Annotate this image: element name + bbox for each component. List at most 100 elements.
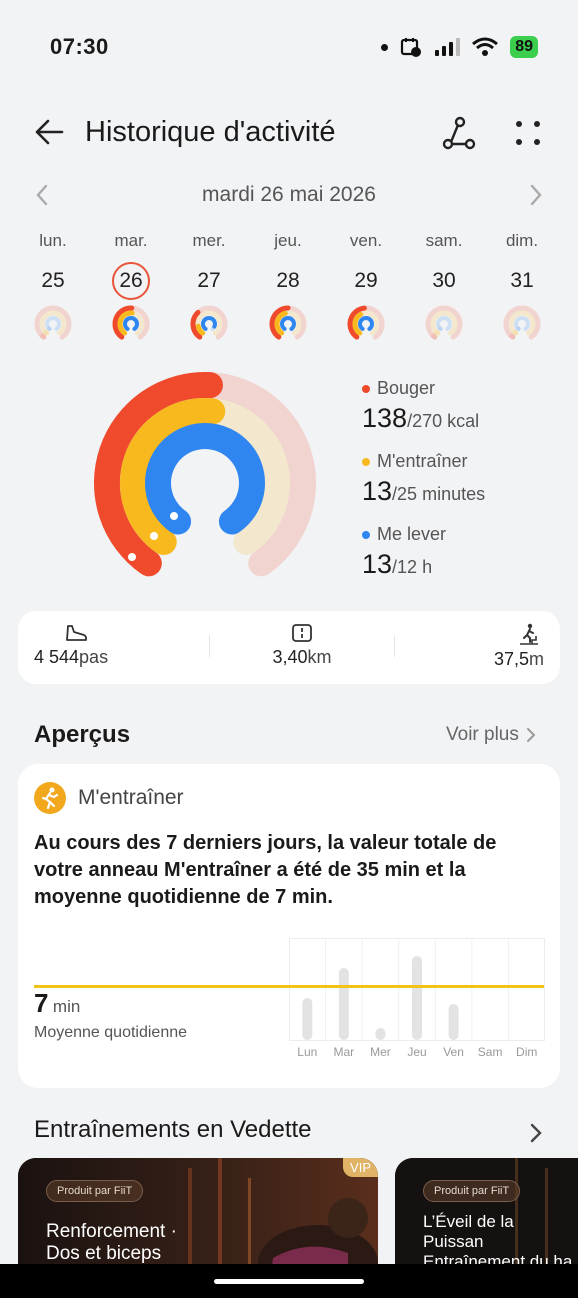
lever-ring-progress: [358, 316, 374, 331]
bar-jeu: [412, 956, 422, 1040]
bouger-value: 138: [362, 403, 408, 433]
producer-badge: Produit par FiiT: [46, 1180, 144, 1202]
signal-icon: [435, 38, 461, 56]
producer-badge: Produit par FiiT: [423, 1180, 521, 1202]
mini-activity-rings: [269, 305, 307, 340]
bar-ven: [448, 1004, 459, 1040]
day-tick-label: Mar: [334, 1045, 355, 1059]
day-29[interactable]: ven. 29: [331, 228, 401, 342]
weekly-bar-chart: Lun Mar Mer Jeu Ven Sam Dim: [289, 938, 545, 1059]
bar-lun: [302, 998, 313, 1040]
divider: [209, 635, 210, 657]
entrainer-ring-progress: [512, 329, 519, 336]
day-number: 30: [432, 269, 456, 292]
route-icon[interactable]: [440, 114, 480, 154]
divider: [394, 635, 395, 657]
mini-activity-rings: [425, 305, 463, 340]
steps-stat: 4 544pas: [34, 623, 108, 668]
chevron-right-icon[interactable]: [526, 1119, 546, 1147]
running-icon: [150, 532, 158, 540]
day-number: 29: [354, 269, 378, 292]
shoe-icon: [66, 625, 87, 641]
lever-ring-progress: [145, 423, 265, 535]
legend-bouger: Bouger 138/270 kcal: [362, 378, 479, 434]
day-name: lun.: [39, 231, 67, 250]
climb-icon: [520, 623, 538, 645]
bar-mar: [338, 968, 349, 1040]
distance-stat: 3,40km: [252, 623, 352, 668]
page-title: Historique d'activité: [85, 116, 336, 148]
bouger-ring-progress: [509, 333, 516, 340]
average-line: [34, 985, 544, 988]
day-31[interactable]: dim. 31: [487, 228, 557, 342]
featured-title: Entraînements en Vedette: [34, 1116, 312, 1143]
average-value: 7 min: [34, 988, 80, 1019]
day-tick-label: Lun: [297, 1045, 317, 1059]
workout-title: Renforcement · Dos et biceps: [46, 1221, 177, 1264]
day-number: 31: [510, 269, 534, 292]
lever-ring-progress: [201, 316, 217, 331]
activity-rings: [94, 372, 316, 577]
day-30[interactable]: sam. 30: [409, 228, 479, 342]
entrainer-label: M'entraîner: [377, 451, 468, 471]
battery-icon: 89: [510, 36, 538, 58]
yellow-dot-icon: [362, 457, 370, 466]
day-27[interactable]: mer. 27: [174, 228, 244, 342]
distance-icon: [292, 624, 312, 642]
wifi-icon: [472, 37, 499, 56]
day-number: 27: [197, 269, 221, 292]
day-26[interactable]: mar. 26: [96, 228, 166, 342]
day-tick-label: Sam: [478, 1045, 503, 1059]
day-number: 28: [276, 269, 300, 292]
entrainer-goal: /25 minutes: [392, 484, 486, 504]
blue-dot-icon: [362, 530, 370, 539]
day-name: sam.: [425, 231, 463, 250]
lever-ring-progress: [280, 316, 296, 331]
home-indicator[interactable]: [214, 1279, 364, 1284]
day-tick-label: Dim: [516, 1045, 537, 1059]
voir-plus-label: Voir plus: [446, 724, 519, 745]
day-tick-label: Ven: [443, 1045, 464, 1059]
day-number: 26: [112, 262, 150, 300]
chevron-right-icon[interactable]: [524, 180, 548, 210]
status-time: 07:30: [50, 34, 109, 59]
bar-mer: [375, 1028, 386, 1040]
bouger-ring-progress: [431, 333, 438, 340]
standing-icon: [170, 512, 178, 520]
lever-label: Me lever: [377, 524, 447, 544]
daily-stats-card[interactable]: 4 544pas 3,40km 37,5m: [18, 611, 560, 684]
date-label[interactable]: mardi 26 mai 2026: [0, 183, 578, 207]
day-name: dim.: [505, 231, 539, 250]
day-28[interactable]: jeu. 28: [253, 228, 323, 342]
running-icon: [34, 782, 66, 814]
mini-activity-rings: [190, 305, 228, 340]
entrainer-value: 13: [362, 476, 393, 506]
apercus-title: Aperçus: [34, 721, 131, 748]
steps-unit: pas: [79, 647, 109, 667]
day-name: ven.: [349, 231, 383, 250]
insight-label: M'entraîner: [78, 786, 184, 809]
voir-plus-link[interactable]: Voir plus: [446, 724, 537, 746]
red-dot-icon: [362, 384, 370, 393]
mini-activity-rings: [34, 305, 72, 340]
mini-activity-rings: [112, 305, 150, 340]
back-arrow-icon[interactable]: [30, 112, 70, 152]
bouger-goal: /270 kcal: [407, 411, 480, 431]
distance-unit: km: [307, 647, 332, 667]
vip-badge: VIP: [343, 1158, 378, 1177]
bouger-label: Bouger: [377, 378, 436, 398]
day-tick-label: Mer: [370, 1045, 391, 1059]
lever-goal: /12 h: [392, 557, 433, 577]
bouger-ring-progress: [40, 333, 47, 340]
lever-value: 13: [362, 549, 393, 579]
more-grid-icon[interactable]: [510, 114, 550, 154]
entrainer-ring-progress: [43, 329, 50, 336]
day-25[interactable]: lun. 25: [18, 228, 88, 342]
insight-card[interactable]: M'entraîner Au cours des 7 derniers jour…: [18, 764, 560, 1088]
average-label: Moyenne quotidienne: [34, 1024, 188, 1041]
day-name: mar.: [114, 231, 148, 250]
average-unit: min: [52, 997, 81, 1016]
lever-ring-progress: [123, 316, 139, 331]
status-icons: 89: [381, 33, 538, 61]
steps-value: 4 544: [34, 647, 80, 667]
